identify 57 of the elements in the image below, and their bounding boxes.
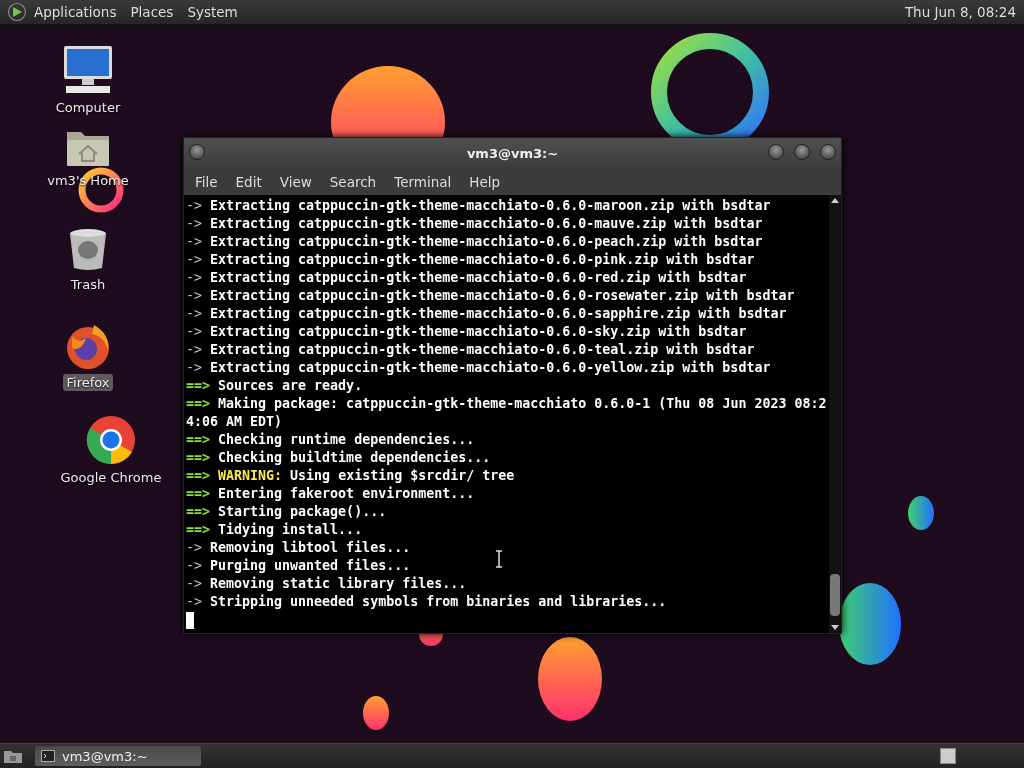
terminal-line: -> Extracting catppuccin-gtk-theme-macchiato-0.6.0-sky.zip with bsdtar	[186, 323, 747, 341]
panel-menu[interactable]: System	[187, 4, 238, 20]
menu-item[interactable]: Help	[460, 173, 510, 190]
menu-item[interactable]: Edit	[226, 173, 271, 190]
window-title: vm3@vm3:~	[466, 145, 559, 161]
terminal-line: ==> Tidying install...	[186, 521, 363, 539]
terminal-line: ==> WARNING: Using existing $srcdir/ tree	[186, 467, 515, 485]
panel-menu[interactable]: Places	[130, 4, 174, 20]
terminal-line: ==> Sources are ready.	[186, 377, 363, 395]
terminal-line: -> Removing static library files...	[186, 575, 467, 593]
scrollbar[interactable]	[829, 195, 841, 633]
menu-item[interactable]: File	[186, 173, 227, 190]
scroll-up-icon[interactable]	[831, 198, 839, 203]
terminal-icon	[41, 750, 55, 762]
text-cursor-icon	[495, 550, 503, 568]
trash-icon[interactable]	[68, 228, 108, 272]
terminal-line: -> Extracting catppuccin-gtk-theme-macchiato-0.6.0-mauve.zip with bsdtar	[186, 215, 763, 233]
minimize-button[interactable]	[768, 144, 784, 160]
terminal-line: -> Extracting catppuccin-gtk-theme-macchiato-0.6.0-red.zip with bsdtar	[186, 269, 747, 287]
terminal-line: -> Purging unwanted files...	[186, 557, 411, 575]
menu-item[interactable]: Search	[320, 173, 386, 190]
firefox-icon[interactable]	[64, 322, 112, 370]
play-logo-icon[interactable]	[7, 2, 27, 22]
close-button[interactable]	[820, 144, 836, 160]
terminal-line: -> Extracting catppuccin-gtk-theme-macchiato-0.6.0-maroon.zip with bsdtar	[186, 197, 771, 215]
show-desktop-icon[interactable]	[3, 748, 23, 764]
terminal-line: -> Removing libtool files...	[186, 539, 411, 557]
monitor-icon[interactable]	[62, 45, 114, 95]
terminal-line: -> Extracting catppuccin-gtk-theme-macchiato-0.6.0-rosewater.zip with bsdtar	[186, 287, 795, 305]
text-cursor	[186, 611, 194, 629]
terminal-line: -> Extracting catppuccin-gtk-theme-macchiato-0.6.0-teal.zip with bsdtar	[186, 341, 755, 359]
workspace-switcher[interactable]	[940, 748, 956, 764]
terminal-line: -> Extracting catppuccin-gtk-theme-macchiato-0.6.0-yellow.zip with bsdtar	[186, 359, 771, 377]
window-menu-button[interactable]	[189, 144, 205, 160]
menu-item[interactable]: View	[270, 173, 321, 190]
panel-menu[interactable]: Applications	[34, 4, 117, 20]
desktop-icon-label[interactable]: Trash	[67, 276, 109, 293]
terminal-line: -> Extracting catppuccin-gtk-theme-macchiato-0.6.0-pink.zip with bsdtar	[186, 251, 755, 269]
scroll-down-icon[interactable]	[831, 625, 839, 630]
desktop-icon-label[interactable]: Google Chrome	[57, 469, 165, 486]
terminal-line: ==> Entering fakeroot environment...	[186, 485, 475, 503]
clock[interactable]: Thu Jun 8, 08:24	[904, 4, 1024, 20]
menu-item[interactable]: Terminal	[385, 173, 461, 190]
desktop-icon-label[interactable]: Computer	[52, 99, 124, 116]
terminal-line: -> Stripping unneeded symbols from binaries and libraries...	[186, 593, 667, 611]
terminal-line: -> Extracting catppuccin-gtk-theme-macchiato-0.6.0-sapphire.zip with bsdtar	[186, 305, 787, 323]
terminal-line: ==> Checking buildtime dependencies...	[186, 449, 491, 467]
chrome-icon[interactable]	[86, 415, 136, 465]
terminal-line: -> Extracting catppuccin-gtk-theme-macchiato-0.6.0-peach.zip with bsdtar	[186, 233, 763, 251]
terminal-line: ==> Starting package()...	[186, 503, 387, 521]
terminal-line: ==> Checking runtime dependencies...	[186, 431, 475, 449]
taskbar-button[interactable]: vm3@vm3:~	[35, 746, 201, 766]
scrollbar-thumb[interactable]	[830, 574, 840, 616]
terminal-line: ==> Making package: catppuccin-gtk-theme-macchiato 0.6.0-1 (Thu 08 Jun 2023 08:2	[186, 395, 827, 413]
maximize-button[interactable]	[794, 144, 810, 160]
terminal-line: 4:06 AM EDT)	[186, 413, 283, 431]
desktop-icon-label[interactable]: Firefox	[63, 374, 113, 391]
